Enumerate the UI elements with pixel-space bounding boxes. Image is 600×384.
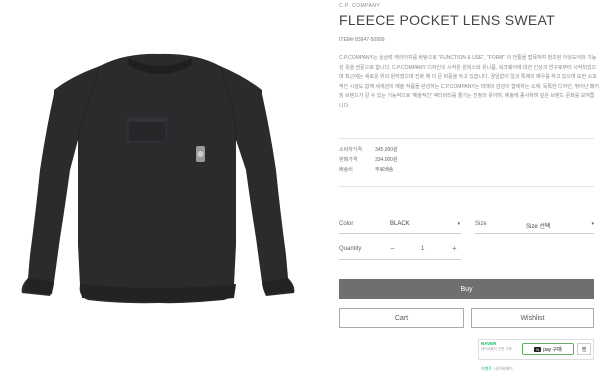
buy-button[interactable]: Buy xyxy=(339,279,594,299)
size-select-underline xyxy=(475,233,594,234)
price-table: 소비자가격 345,000원 판매가격 334,000원 배송비 무료배송 xyxy=(339,144,589,174)
price-label: 배송비 xyxy=(339,166,353,173)
sweatshirt-illustration xyxy=(21,53,295,304)
color-label: Color xyxy=(339,221,354,227)
product-description: C.P.COMPANY는 상상력 캐리어지를 바탕으로 "FUNCTION & … xyxy=(339,55,600,109)
size-selected-value: Size 선택 xyxy=(526,224,551,230)
naver-pay-buy-label: pay 구매 xyxy=(543,346,562,353)
product-title: FLEECE POCKET LENS SWEAT xyxy=(339,12,555,28)
naver-pay-footer-text: 네이버페이 xyxy=(494,366,513,371)
naver-wish-button[interactable]: 찜 xyxy=(577,343,591,355)
size-label: Size xyxy=(475,221,487,227)
color-select[interactable]: BLACK ▾ xyxy=(390,221,460,227)
cart-button[interactable]: Cart xyxy=(339,308,464,328)
divider xyxy=(339,186,594,187)
chevron-down-icon: ▾ xyxy=(457,221,460,227)
divider xyxy=(339,138,594,139)
wishlist-button[interactable]: Wishlist xyxy=(471,308,594,328)
quantity-increase-button[interactable]: + xyxy=(452,244,457,253)
quantity-underline xyxy=(339,259,461,260)
naver-pay-footer: 이벤트 네이버페이 xyxy=(481,366,513,372)
price-value: 334,000원 xyxy=(375,156,398,163)
brand-name: C.P. COMPANY xyxy=(339,3,381,9)
naver-pay-subtext: 네이버페이 간편 주문 xyxy=(481,347,512,351)
quantity-value[interactable]: 1 xyxy=(421,246,424,252)
price-value: 345,000원 xyxy=(375,146,398,153)
price-row-shipping: 배송비 무료배송 xyxy=(339,164,589,174)
quantity-decrease-button[interactable]: − xyxy=(390,244,395,253)
naver-pay-buy-button[interactable]: N pay 구매 xyxy=(522,343,574,355)
color-select-underline xyxy=(339,233,461,234)
color-selected-value: BLACK xyxy=(390,221,410,227)
price-value: 무료배송 xyxy=(375,166,394,173)
product-image xyxy=(0,0,320,379)
chevron-down-icon: ▾ xyxy=(591,221,594,227)
size-select[interactable]: Size 선택 ▾ xyxy=(526,221,594,230)
price-label: 소비자가격 xyxy=(339,146,363,153)
item-number: ITEM# 83947-50999 xyxy=(339,37,385,43)
price-label: 판매가격 xyxy=(339,156,358,163)
price-row-sale: 판매가격 334,000원 xyxy=(339,154,589,164)
quantity-label: Quantity xyxy=(339,246,362,252)
naver-pay-icon: N xyxy=(534,346,542,352)
naver-pay-event-link[interactable]: 이벤트 xyxy=(481,366,492,371)
price-row-retail: 소비자가격 345,000원 xyxy=(339,144,589,154)
naver-logo: NAVER xyxy=(481,341,497,346)
